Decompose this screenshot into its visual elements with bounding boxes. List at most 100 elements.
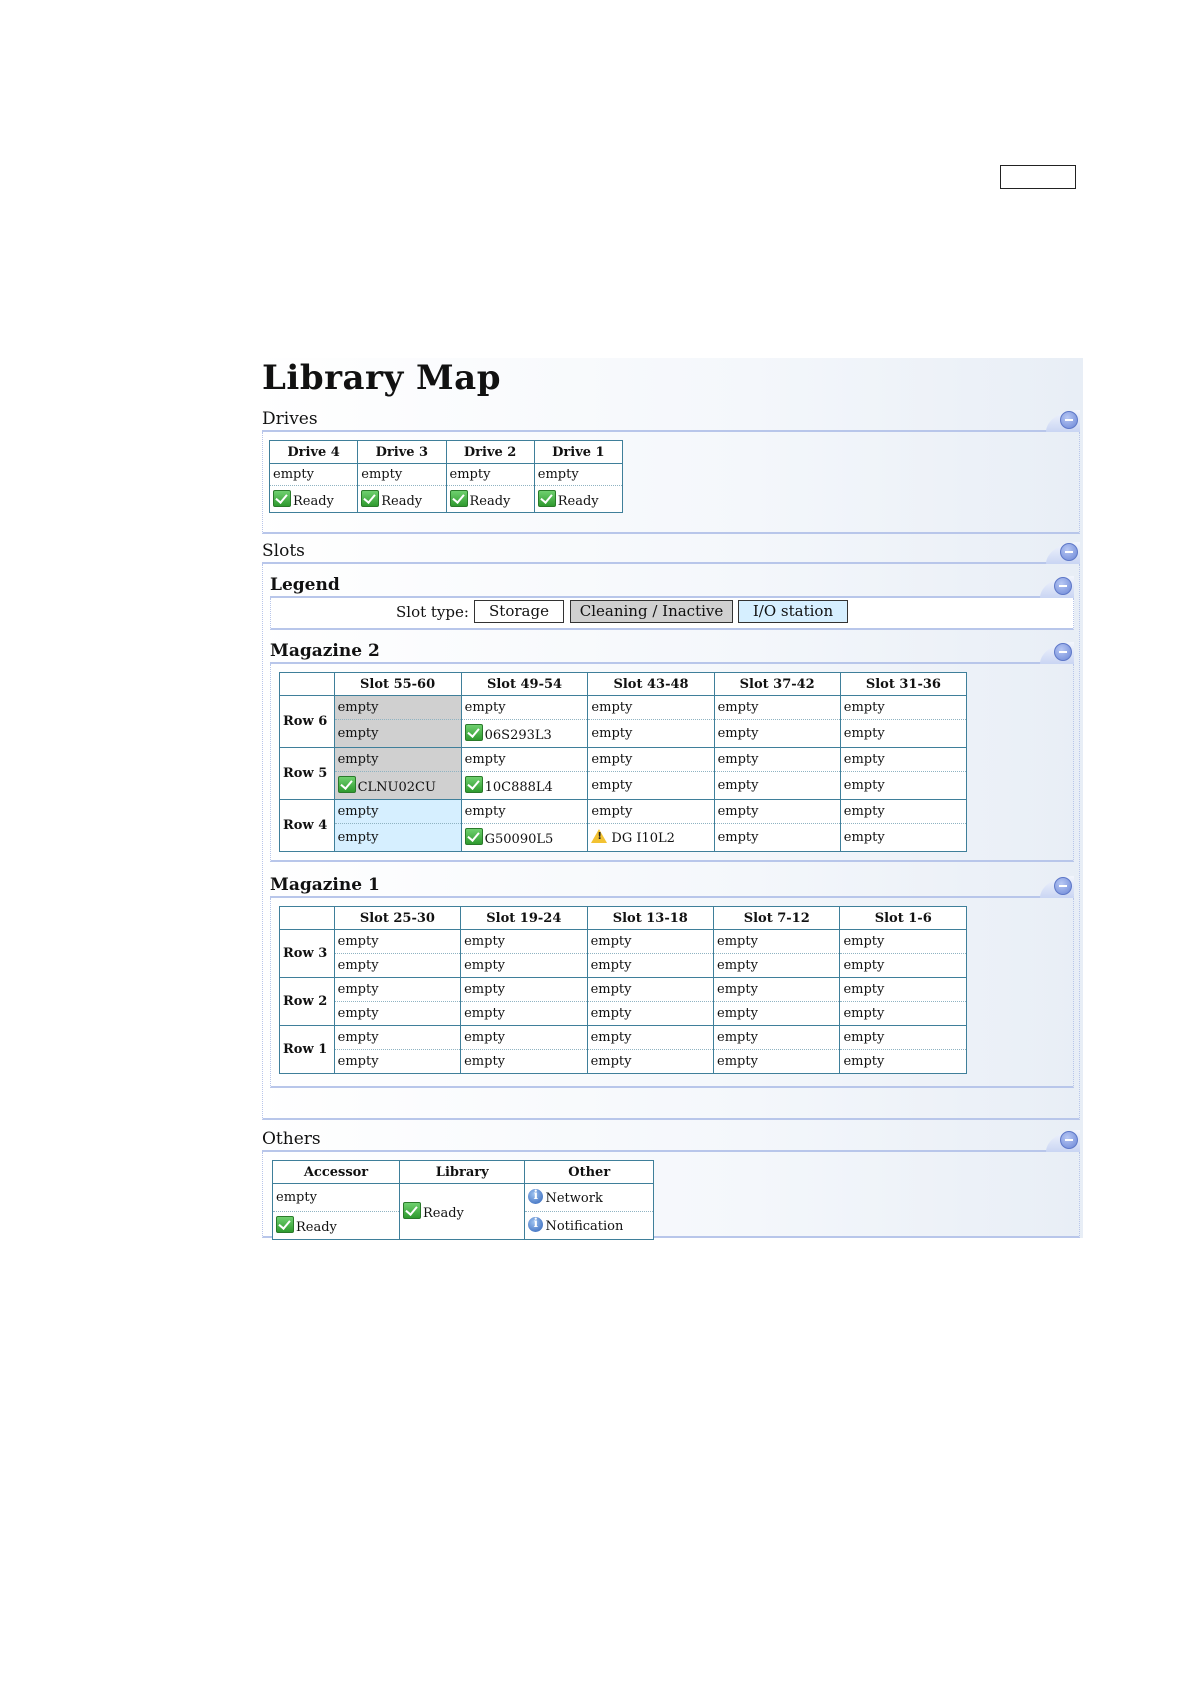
other-notification[interactable]: Notification bbox=[524, 1211, 654, 1240]
slot-cell[interactable]: empty bbox=[586, 929, 715, 954]
slot-cell[interactable]: empty bbox=[839, 719, 968, 748]
slot-range-header: Slot 19-24 bbox=[460, 906, 588, 930]
drive-status[interactable]: Ready bbox=[445, 485, 535, 513]
slot-cell[interactable]: empty bbox=[839, 747, 968, 772]
magazine1-table: Slot 25-30 Slot 19-24 Slot 13-18 Slot 7-… bbox=[279, 906, 967, 1074]
other-network[interactable]: Network bbox=[524, 1183, 654, 1212]
slot-range-header: Slot 55-60 bbox=[333, 672, 462, 696]
slot-cell[interactable]: empty bbox=[713, 1025, 841, 1050]
slot-cell[interactable]: empty bbox=[713, 771, 841, 800]
corner-header bbox=[279, 672, 335, 696]
slot-cell[interactable]: empty bbox=[586, 977, 715, 1002]
slot-cell[interactable]: empty bbox=[460, 953, 588, 978]
collapse-icon bbox=[1054, 577, 1072, 595]
slot-cell[interactable]: empty bbox=[839, 1049, 967, 1074]
row-label: Row 2 bbox=[279, 977, 335, 1026]
check-icon bbox=[464, 828, 483, 845]
library-status[interactable]: Ready bbox=[398, 1183, 526, 1240]
slot-cell[interactable]: empty bbox=[333, 953, 462, 978]
slot-cell[interactable]: empty bbox=[713, 823, 841, 852]
drive-status[interactable]: Ready bbox=[357, 485, 447, 513]
slot-cell[interactable]: empty bbox=[333, 977, 462, 1002]
slot-cell[interactable]: empty bbox=[460, 1049, 588, 1074]
slot-cell[interactable]: empty bbox=[460, 929, 588, 954]
slot-cell[interactable]: empty bbox=[587, 695, 715, 720]
collapse-magazine1-button[interactable] bbox=[1040, 876, 1074, 898]
accessor-status[interactable]: Ready bbox=[272, 1211, 400, 1240]
slot-cell[interactable]: empty bbox=[333, 823, 462, 852]
slot-cell[interactable]: empty bbox=[333, 1001, 462, 1026]
slot-cell[interactable]: empty bbox=[587, 799, 715, 824]
slot-cell[interactable]: empty bbox=[587, 747, 715, 772]
notification-label: Notification bbox=[545, 1219, 624, 1234]
slot-cell[interactable]: empty bbox=[713, 719, 841, 748]
slot-cell[interactable]: empty bbox=[713, 799, 841, 824]
slot-cell[interactable]: empty bbox=[586, 1001, 715, 1026]
slot-cell[interactable]: empty bbox=[713, 953, 841, 978]
slot-cell[interactable]: empty bbox=[713, 1049, 841, 1074]
slot-cell[interactable]: empty bbox=[460, 1001, 588, 1026]
slot-cell[interactable]: empty bbox=[333, 747, 462, 772]
others-table: Accessor Library Other empty Ready Netwo… bbox=[272, 1160, 654, 1240]
collapse-drives-button[interactable] bbox=[1046, 410, 1080, 432]
slot-cell[interactable]: empty bbox=[839, 799, 968, 824]
slot-cell[interactable]: empty bbox=[333, 1049, 462, 1074]
slot-cell[interactable]: empty bbox=[839, 1025, 967, 1050]
others-body: Accessor Library Other empty Ready Netwo… bbox=[262, 1152, 1080, 1240]
slot-cell[interactable]: empty bbox=[587, 771, 715, 800]
accessor-media[interactable]: empty bbox=[272, 1183, 400, 1212]
drive-media[interactable]: empty bbox=[268, 463, 359, 486]
slot-cell[interactable]: empty bbox=[839, 823, 968, 852]
magazine2-body: Slot 55-60 Slot 49-54 Slot 43-48 Slot 37… bbox=[270, 664, 1074, 862]
slot-cell[interactable]: empty bbox=[839, 1001, 967, 1026]
slot-cell[interactable]: empty bbox=[460, 977, 588, 1002]
slot-cell[interactable]: empty bbox=[586, 953, 715, 978]
collapse-magazine2-button[interactable] bbox=[1040, 642, 1074, 664]
slot-cell[interactable]: DG I10L2 bbox=[587, 823, 715, 852]
slot-cell[interactable]: empty bbox=[460, 799, 589, 824]
slot-cell[interactable]: 10C888L4 bbox=[460, 771, 589, 800]
slot-range-header: Slot 7-12 bbox=[713, 906, 841, 930]
drive-status[interactable]: Ready bbox=[268, 485, 359, 513]
slot-cell[interactable]: empty bbox=[713, 747, 841, 772]
slot-cell[interactable]: empty bbox=[333, 799, 462, 824]
slot-cell[interactable]: empty bbox=[839, 929, 967, 954]
slot-cell[interactable]: empty bbox=[839, 695, 968, 720]
slot-cell[interactable]: empty bbox=[333, 1025, 462, 1050]
slot-cell[interactable]: empty bbox=[586, 1049, 715, 1074]
slot-cell[interactable]: empty bbox=[333, 695, 462, 720]
slot-cell[interactable]: empty bbox=[460, 695, 589, 720]
network-label: Network bbox=[545, 1191, 603, 1206]
row-label: Row 4 bbox=[279, 799, 335, 852]
tape-label: G50090L5 bbox=[484, 832, 554, 847]
slot-cell[interactable]: empty bbox=[839, 977, 967, 1002]
slot-cell[interactable]: empty bbox=[839, 953, 967, 978]
drive-media[interactable]: empty bbox=[445, 463, 535, 486]
slot-cell[interactable]: CLNU02CU bbox=[333, 771, 462, 800]
collapse-others-button[interactable] bbox=[1046, 1130, 1080, 1152]
collapse-icon bbox=[1060, 1131, 1078, 1149]
drive-media[interactable]: empty bbox=[357, 463, 447, 486]
slot-cell[interactable]: empty bbox=[333, 719, 462, 748]
slot-cell[interactable]: empty bbox=[713, 695, 841, 720]
collapse-slots-button[interactable] bbox=[1046, 542, 1080, 564]
slot-cell[interactable]: empty bbox=[713, 1001, 841, 1026]
slot-cell[interactable]: empty bbox=[713, 929, 841, 954]
slot-cell[interactable]: G50090L5 bbox=[460, 823, 589, 852]
slot-cell[interactable]: empty bbox=[587, 719, 715, 748]
slot-cell[interactable]: 06S293L3 bbox=[460, 719, 589, 748]
slot-cell[interactable]: empty bbox=[713, 977, 841, 1002]
slot-cell[interactable]: empty bbox=[460, 747, 589, 772]
magazine2-table: Slot 55-60 Slot 49-54 Slot 43-48 Slot 37… bbox=[279, 672, 968, 852]
top-right-box bbox=[1000, 165, 1076, 189]
check-icon bbox=[464, 724, 483, 741]
tape-label: 06S293L3 bbox=[484, 728, 552, 743]
drive-media[interactable]: empty bbox=[533, 463, 624, 486]
slot-cell[interactable]: empty bbox=[839, 771, 968, 800]
slot-cell[interactable]: empty bbox=[333, 929, 462, 954]
slot-cell[interactable]: empty bbox=[460, 1025, 588, 1050]
drive-status[interactable]: Ready bbox=[533, 485, 624, 513]
collapse-legend-button[interactable] bbox=[1040, 576, 1074, 598]
slot-cell[interactable]: empty bbox=[586, 1025, 715, 1050]
info-icon bbox=[528, 1216, 544, 1232]
